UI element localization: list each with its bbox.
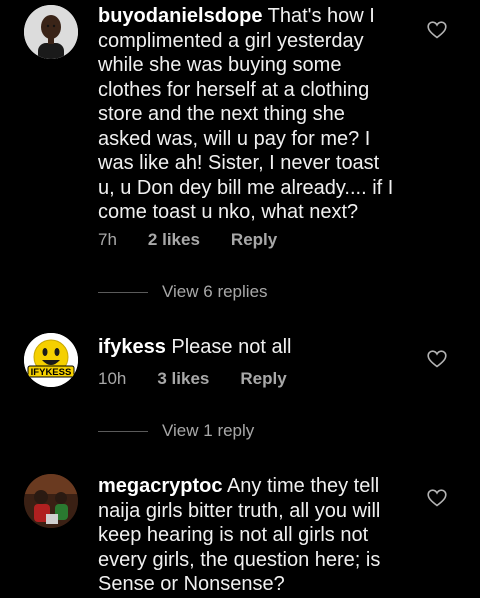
comment-time: 7h (98, 230, 117, 249)
view-replies-label: View 1 reply (162, 421, 255, 440)
reply-button[interactable]: Reply (240, 369, 286, 389)
comment-username[interactable]: ifykess (98, 336, 166, 358)
avatar[interactable] (24, 474, 78, 528)
view-replies-button[interactable]: View 6 replies (98, 281, 268, 303)
comment-body: That's how I complimented a girl yesterd… (98, 5, 394, 223)
comment-text: buyodanielsdope That's how I complimente… (98, 4, 398, 225)
divider-line (98, 430, 148, 432)
reply-button[interactable]: Reply (231, 230, 277, 250)
comment-likes[interactable]: 2 likes (148, 230, 200, 250)
comment-meta: 7h 2 likes Reply (98, 229, 277, 251)
profile-photo-icon (24, 474, 78, 528)
comment-username[interactable]: megacryptoc (98, 475, 223, 497)
like-heart-icon[interactable] (427, 350, 447, 368)
comment-likes[interactable]: 3 likes (157, 369, 209, 389)
comment-username[interactable]: buyodanielsdope (98, 5, 262, 27)
profile-photo-icon (24, 5, 78, 59)
view-replies-label: View 6 replies (162, 282, 268, 301)
like-heart-icon[interactable] (427, 489, 447, 507)
comment-body: Please not all (165, 336, 292, 358)
avatar[interactable] (24, 5, 78, 59)
smiley-face-logo-icon: IFYKESS (24, 333, 78, 387)
avatar-logo-text: IFYKESS (31, 367, 72, 378)
avatar[interactable]: IFYKESS (24, 333, 78, 387)
like-heart-icon[interactable] (427, 21, 447, 39)
view-replies-button[interactable]: View 1 reply (98, 420, 254, 442)
comment-meta: 10h 3 likes Reply (98, 368, 287, 390)
divider-line (98, 291, 148, 293)
comment-time: 10h (98, 369, 127, 388)
comment-text: megacryptoc Any time they tell naija gir… (98, 474, 398, 597)
comment-text: ifykess Please not all (98, 335, 398, 360)
